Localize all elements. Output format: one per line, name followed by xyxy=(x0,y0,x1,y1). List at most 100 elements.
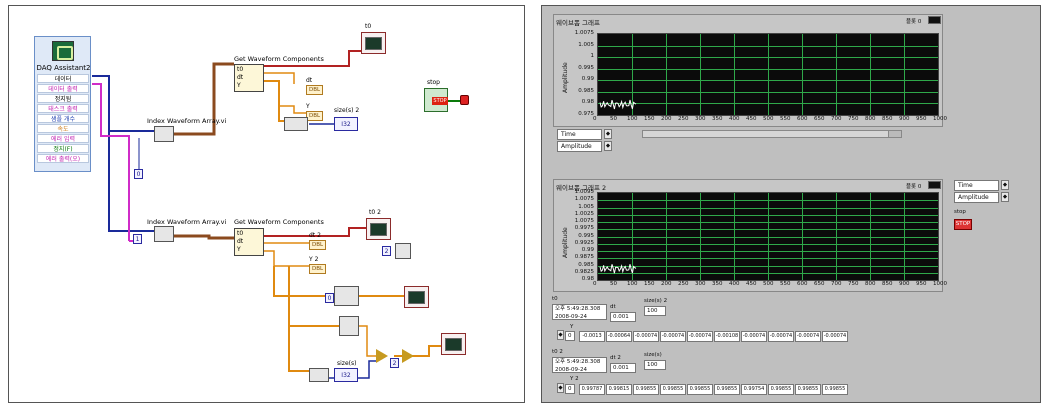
daq-assistant-express-vi[interactable]: DAQ Assistant2 데이터 데이터 출력 정지됨 태스크 출력 샘플 … xyxy=(34,36,91,172)
graph1-scroll-thumb[interactable] xyxy=(888,131,901,137)
stop-button-text: STOP xyxy=(432,97,448,105)
cluster2-y-cell: 0.99754 xyxy=(741,384,767,395)
waveform-chart-terminal-b[interactable] xyxy=(441,333,466,355)
index-array-node-a[interactable] xyxy=(334,286,359,306)
cluster2-y-cell: 0.99855 xyxy=(633,384,659,395)
get-waveform-label-2: Get Waveform Components xyxy=(234,218,324,226)
gw2-term-t0: t0 xyxy=(237,230,244,237)
graph1-xtick-label: 500 xyxy=(763,116,774,122)
cluster1-y-cell: -0.00074 xyxy=(660,331,686,342)
graph2-legend-amp-button[interactable]: ◆ xyxy=(1001,192,1009,202)
graph2-xtick-label: 750 xyxy=(848,281,859,287)
cluster2-y-cell: 0.99855 xyxy=(795,384,821,395)
graph1-trace xyxy=(599,99,637,110)
graph1-xtick-label: 850 xyxy=(882,116,893,122)
graph2-legend-amplitude[interactable]: Amplitude xyxy=(954,192,999,203)
graph2-ytick-label: 0.98 xyxy=(581,276,594,282)
graph2-ytick-label: 0.99 xyxy=(581,247,594,253)
timer-node[interactable] xyxy=(395,243,411,259)
graph2-ytick-label: 0.9925 xyxy=(574,239,594,246)
dt-indicator-1[interactable]: DBL xyxy=(306,85,324,95)
graph2-plot-area[interactable] xyxy=(597,192,939,281)
daq-terminal-data[interactable]: 데이터 xyxy=(37,74,89,83)
c2-y-label: Y 2 xyxy=(570,376,579,382)
daq-terminal-error-out-2[interactable]: 에러 출력(오) xyxy=(37,154,89,163)
graph2-ytick-label: 0.9975 xyxy=(574,225,594,232)
daq-terminal-stopped[interactable]: 정지됨 xyxy=(37,94,89,103)
waveform-graph-2[interactable]: 웨이브폼 그래프 2 플롯 0 Amplitude 1.0095 1.0075 1.… xyxy=(553,179,947,292)
panel-stop-button[interactable]: STOP xyxy=(954,219,972,230)
daq-terminal-error-in[interactable]: 에러 입력 xyxy=(37,134,89,143)
graph1-plot-legend-swatch[interactable] xyxy=(928,16,941,24)
block-diagram-window: DAQ Assistant2 데이터 데이터 출력 정지됨 태스크 출력 샘플 … xyxy=(8,5,525,403)
c2-index-increment[interactable]: ◆ xyxy=(557,383,564,393)
size-indicator-1[interactable]: I32 xyxy=(334,117,358,131)
daq-terminal-error-out[interactable]: 데이터 출력 xyxy=(37,84,89,93)
waveform-chart-terminal-a[interactable] xyxy=(404,286,429,308)
numeric-const-a[interactable]: 2 xyxy=(382,246,391,256)
c2-t0-time: 오후 5:49:28.308 xyxy=(555,359,601,365)
graph1-legend-time-button[interactable]: ◆ xyxy=(604,129,612,139)
daq-terminal-task-out[interactable]: 태스크 출력 xyxy=(37,104,89,113)
graph1-xtick-label: 0 xyxy=(593,116,597,122)
graph2-xtick-label: 500 xyxy=(763,281,774,287)
c1-index-field[interactable]: 0 xyxy=(565,331,575,341)
graph1-ytick-label: 0.975 xyxy=(578,111,594,117)
c1-index-increment[interactable]: ◆ xyxy=(557,330,564,340)
y-indicator-2[interactable]: DBL xyxy=(309,264,327,274)
stop-control-terminal[interactable]: STOP xyxy=(424,88,448,112)
c2-t0-field: 오후 5:49:28.308 2008-09-24 xyxy=(552,357,607,373)
index-constant-2[interactable]: 1 xyxy=(133,234,142,244)
graph1-ytick-label: 0.98 xyxy=(581,99,594,106)
cluster2-y-cell: 0.99855 xyxy=(768,384,794,395)
cluster1-y-cell: -0.00074 xyxy=(741,331,767,342)
graph1-xtick-label: 300 xyxy=(695,116,706,122)
graph2-xtick-label: 400 xyxy=(729,281,740,287)
graph2-xtick-label: 850 xyxy=(882,281,893,287)
graph2-legend-time-button[interactable]: ◆ xyxy=(1001,180,1009,190)
waveform-graph-terminal-1[interactable] xyxy=(361,32,386,54)
graph2-xtick-label: 700 xyxy=(831,281,842,287)
graph1-plot-area[interactable] xyxy=(597,33,939,116)
graph1-xtick-label: 900 xyxy=(899,116,910,122)
waveform-graph-1[interactable]: 웨이브폼 그래프 플롯 0 Amplitude 1.0075 1.005 1 0.99… xyxy=(553,14,947,127)
graph1-ytick-label: 0.995 xyxy=(578,64,594,71)
graph1-xtick-label: 1000 xyxy=(933,116,947,122)
daq-terminal-stop[interactable]: 정지(F) xyxy=(37,144,89,153)
array-size-node-2[interactable] xyxy=(309,368,329,382)
daq-terminal-rate[interactable]: 속도 xyxy=(37,124,89,133)
cluster1-y-cell: -0.00074 xyxy=(795,331,821,342)
index-constant-1[interactable]: 0 xyxy=(134,169,143,179)
gw1-term-dt: dt xyxy=(237,74,244,81)
graph1-scrollbar[interactable] xyxy=(642,130,902,138)
numeric-const-c[interactable]: 2 xyxy=(390,358,399,368)
graph1-legend-time[interactable]: Time xyxy=(557,129,602,140)
graph1-legend-amplitude[interactable]: Amplitude xyxy=(557,141,602,152)
daq-terminal-samples[interactable]: 샘플 개수 xyxy=(37,114,89,123)
front-panel-window: 웨이브폼 그래프 플롯 0 Amplitude 1.0075 1.005 1 0.99… xyxy=(541,5,1041,403)
c2-size-field: 100 xyxy=(644,360,666,370)
index-waveform-node-2[interactable] xyxy=(154,226,174,242)
dt-indicator-2[interactable]: DBL xyxy=(309,240,327,250)
daq-assistant-title: DAQ Assistant2 xyxy=(36,64,91,72)
waveform-graph-terminal-2[interactable] xyxy=(366,218,391,240)
array-size-node-1[interactable] xyxy=(284,117,308,131)
index-waveform-node-1[interactable] xyxy=(154,126,174,142)
loop-condition-terminal[interactable] xyxy=(460,95,469,105)
index-array-node-b[interactable] xyxy=(339,316,359,336)
graph1-legend-amp-button[interactable]: ◆ xyxy=(604,141,612,151)
graph1-title: 웨이브폼 그래프 xyxy=(556,19,600,27)
numeric-const-b[interactable]: 0 xyxy=(325,293,334,303)
y-indicator-1[interactable]: DBL xyxy=(306,111,324,121)
multiply-triangle-1[interactable] xyxy=(376,349,388,363)
dt-label-1: dt xyxy=(306,77,313,84)
get-waveform-node-1[interactable]: t0 dt Y xyxy=(234,64,264,92)
get-waveform-node-2[interactable]: t0 dt Y xyxy=(234,228,264,256)
multiply-triangle-2[interactable] xyxy=(402,349,414,363)
graph2-legend-time[interactable]: Time xyxy=(954,180,999,191)
size-label-1: size(s) 2 xyxy=(334,107,360,114)
c2-index-field[interactable]: 0 xyxy=(565,384,575,394)
graph2-xtick-label: 0 xyxy=(593,281,597,287)
graph2-plot-legend-swatch[interactable] xyxy=(928,181,941,189)
size-indicator-2[interactable]: I32 xyxy=(334,368,358,382)
